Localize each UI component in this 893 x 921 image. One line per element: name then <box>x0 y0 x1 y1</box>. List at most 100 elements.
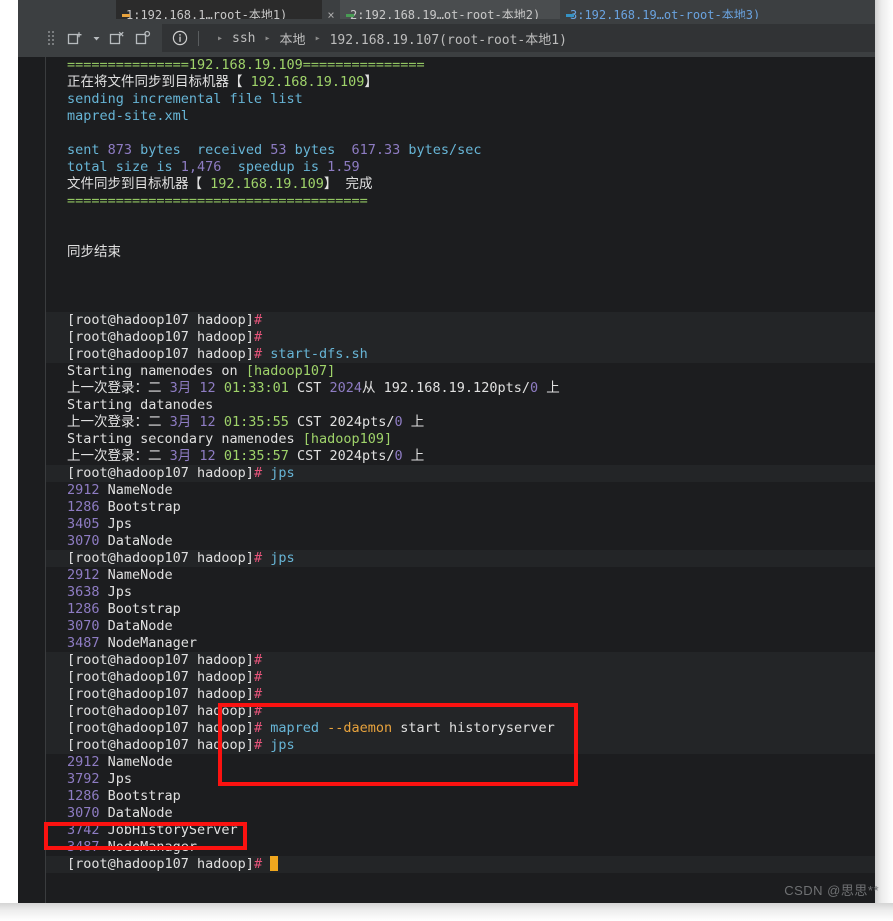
terminal-output[interactable]: ===============192.168.19.109===========… <box>46 57 875 903</box>
terminal-text-segment: # <box>253 465 263 481</box>
terminal-text-segment: 3070 <box>67 805 100 821</box>
terminal-text-segment: [root@hadoop107 hadoop] <box>67 856 254 872</box>
terminal-text-segment: # <box>253 737 263 753</box>
tab-bar[interactable]: 1:192.168.1…root-本地1) × 2:192.168.19…ot-ro… <box>18 0 875 19</box>
terminal-prompt-line: [root@hadoop107 hadoop]# jps <box>46 737 875 754</box>
new-session-button[interactable] <box>64 26 86 50</box>
terminal-text-segment: [root@hadoop107 hadoop] <box>67 686 254 702</box>
tab-close-icon[interactable]: × <box>322 0 340 19</box>
terminal-text-segment: NodeManager <box>99 635 198 651</box>
terminal-text-segment: CST <box>288 380 330 396</box>
terminal-text-segment: start-dfs.sh <box>262 346 368 362</box>
new-tab-plus-icon <box>67 32 82 45</box>
breadcrumb-separator-0: ▸ <box>217 32 224 44</box>
terminal-text-segment: NameNode <box>99 754 173 770</box>
terminal-text-segment: 01:35:57 <box>223 448 289 464</box>
terminal-text-segment: jps <box>262 737 295 753</box>
terminal-text-segment: 2912 <box>67 482 100 498</box>
terminal-text-segment: # <box>253 720 263 736</box>
terminal-text-segment: sending incremental file list <box>67 91 303 107</box>
terminal-prompt-line: [root@hadoop107 hadoop]# <box>46 669 875 686</box>
terminal-text-segment: 3487 <box>67 635 100 651</box>
terminal-cursor <box>270 856 279 871</box>
terminal-text-segment: Starting secondary namenodes <box>67 431 303 447</box>
tab-label: 3:192.168.19…ot-root-本地3) <box>570 8 761 19</box>
terminal-output-line: 2912 NameNode <box>46 482 875 499</box>
terminal-text-segment: 2024 <box>329 414 363 430</box>
terminal-prompt-line: [root@hadoop107 hadoop]# jps <box>46 550 875 567</box>
terminal-output-line: 3638 Jps <box>46 584 875 601</box>
duplicate-circle-icon <box>135 30 151 45</box>
terminal-text-segment: start historyserver <box>392 720 555 736</box>
breadcrumb-item-host[interactable]: 192.168.19.107(root-root-本地1) <box>330 29 567 48</box>
terminal-text-segment: Jps <box>99 771 133 787</box>
terminal-tab-1[interactable]: 1:192.168.1…root-本地1) <box>116 0 322 19</box>
terminal-text-segment: 上一次登录：二 <box>67 414 170 430</box>
terminal-text-segment: ===================================== <box>67 193 368 209</box>
terminal-tab-2[interactable]: 2:192.168.19…ot-root-本地2) <box>340 0 560 19</box>
duplicate-session-button[interactable] <box>132 26 154 50</box>
terminal-text-segment: [hadoop107] <box>245 363 336 379</box>
terminal-output-line: 3742 JobHistoryServer <box>46 822 875 839</box>
terminal-text-segment: [root@hadoop107 hadoop] <box>67 737 254 753</box>
terminal-text-segment: Jps <box>99 516 133 532</box>
terminal-text-segment: # <box>253 329 263 345</box>
terminal-text-segment: [root@hadoop107 hadoop] <box>67 312 254 328</box>
terminal-text-segment: 正在将文件同步到目标机器【 <box>67 74 243 90</box>
terminal-output-line: 1286 Bootstrap <box>46 788 875 805</box>
terminal-text-segment: Bootstrap <box>99 788 181 804</box>
terminal-output-line: 上一次登录：二 3月 12 01:35:55 CST 2024pts/0 上 <box>46 414 875 431</box>
terminal-output-line: 正在将文件同步到目标机器【 192.168.19.109】 <box>46 74 875 91</box>
terminal-tab-3[interactable]: 3:192.168.19…ot-root-本地3) <box>560 0 784 19</box>
terminal-text-segment: 3月 <box>169 414 192 430</box>
terminal-text-segment: 3月 <box>169 380 192 396</box>
terminal-output-line: 2912 NameNode <box>46 567 875 584</box>
terminal-text-segment: 873 <box>107 142 133 158</box>
terminal-text-segment: =============== <box>302 57 425 73</box>
terminal-output-line: 1286 Bootstrap <box>46 601 875 618</box>
new-session-dropdown-caret[interactable] <box>90 26 102 50</box>
breadcrumb-item-ssh[interactable]: ssh <box>232 31 255 46</box>
terminal-text-segment: jps <box>262 465 295 481</box>
terminal-text-segment: Bootstrap <box>99 499 181 515</box>
terminal-text-segment: Jps <box>99 584 133 600</box>
terminal-text-segment: 3月 <box>169 448 192 464</box>
terminal-text-segment: 同步结束 <box>67 244 121 260</box>
terminal-text-segment: 617.33 <box>351 142 401 158</box>
info-icon[interactable] <box>170 28 190 48</box>
terminal-output-line: 3070 DataNode <box>46 533 875 550</box>
terminal-text-segment: 3638 <box>67 584 100 600</box>
terminal-text-segment: 1286 <box>67 788 100 804</box>
terminal-text-segment: pts/ <box>362 414 395 430</box>
terminal-output-line: 3487 NodeManager <box>46 635 875 652</box>
terminal-pane[interactable]: ===============192.168.19.109===========… <box>18 57 875 903</box>
terminal-text-segment: 上一次登录：二 <box>67 380 170 396</box>
terminal-text-segment: [root@hadoop107 hadoop] <box>67 720 254 736</box>
terminal-text-segment: 01:35:55 <box>223 414 289 430</box>
terminal-text-segment: [hadoop109] <box>302 431 393 447</box>
terminal-text-segment: # <box>253 856 263 872</box>
drag-handle-icon[interactable] <box>48 28 56 48</box>
terminal-output-line: sent 873 bytes received 53 bytes 617.33 … <box>46 142 875 159</box>
terminal-output-line: 3487 NodeManager <box>46 839 875 856</box>
terminal-output-line: 3405 Jps <box>46 516 875 533</box>
terminal-text-segment: 3405 <box>67 516 100 532</box>
terminal-text-segment: 12 <box>199 448 216 464</box>
terminal-prompt-line: [root@hadoop107 hadoop]# mapred --daemon… <box>46 720 875 737</box>
tab-status-dot <box>346 14 354 17</box>
terminal-prompt-line: [root@hadoop107 hadoop]# <box>46 856 875 873</box>
terminal-text-segment: 上 <box>538 380 560 396</box>
terminal-text-segment: # <box>253 652 263 668</box>
toolbar-separator <box>198 30 199 46</box>
terminal-text-segment: Bootstrap <box>99 601 181 617</box>
terminal-text-segment: [root@hadoop107 hadoop] <box>67 669 254 685</box>
terminal-text-segment: 2912 <box>67 567 100 583</box>
breadcrumb-item-local[interactable]: 本地 <box>280 29 306 48</box>
terminal-text-segment: # <box>253 312 263 328</box>
close-session-button[interactable] <box>106 26 128 50</box>
